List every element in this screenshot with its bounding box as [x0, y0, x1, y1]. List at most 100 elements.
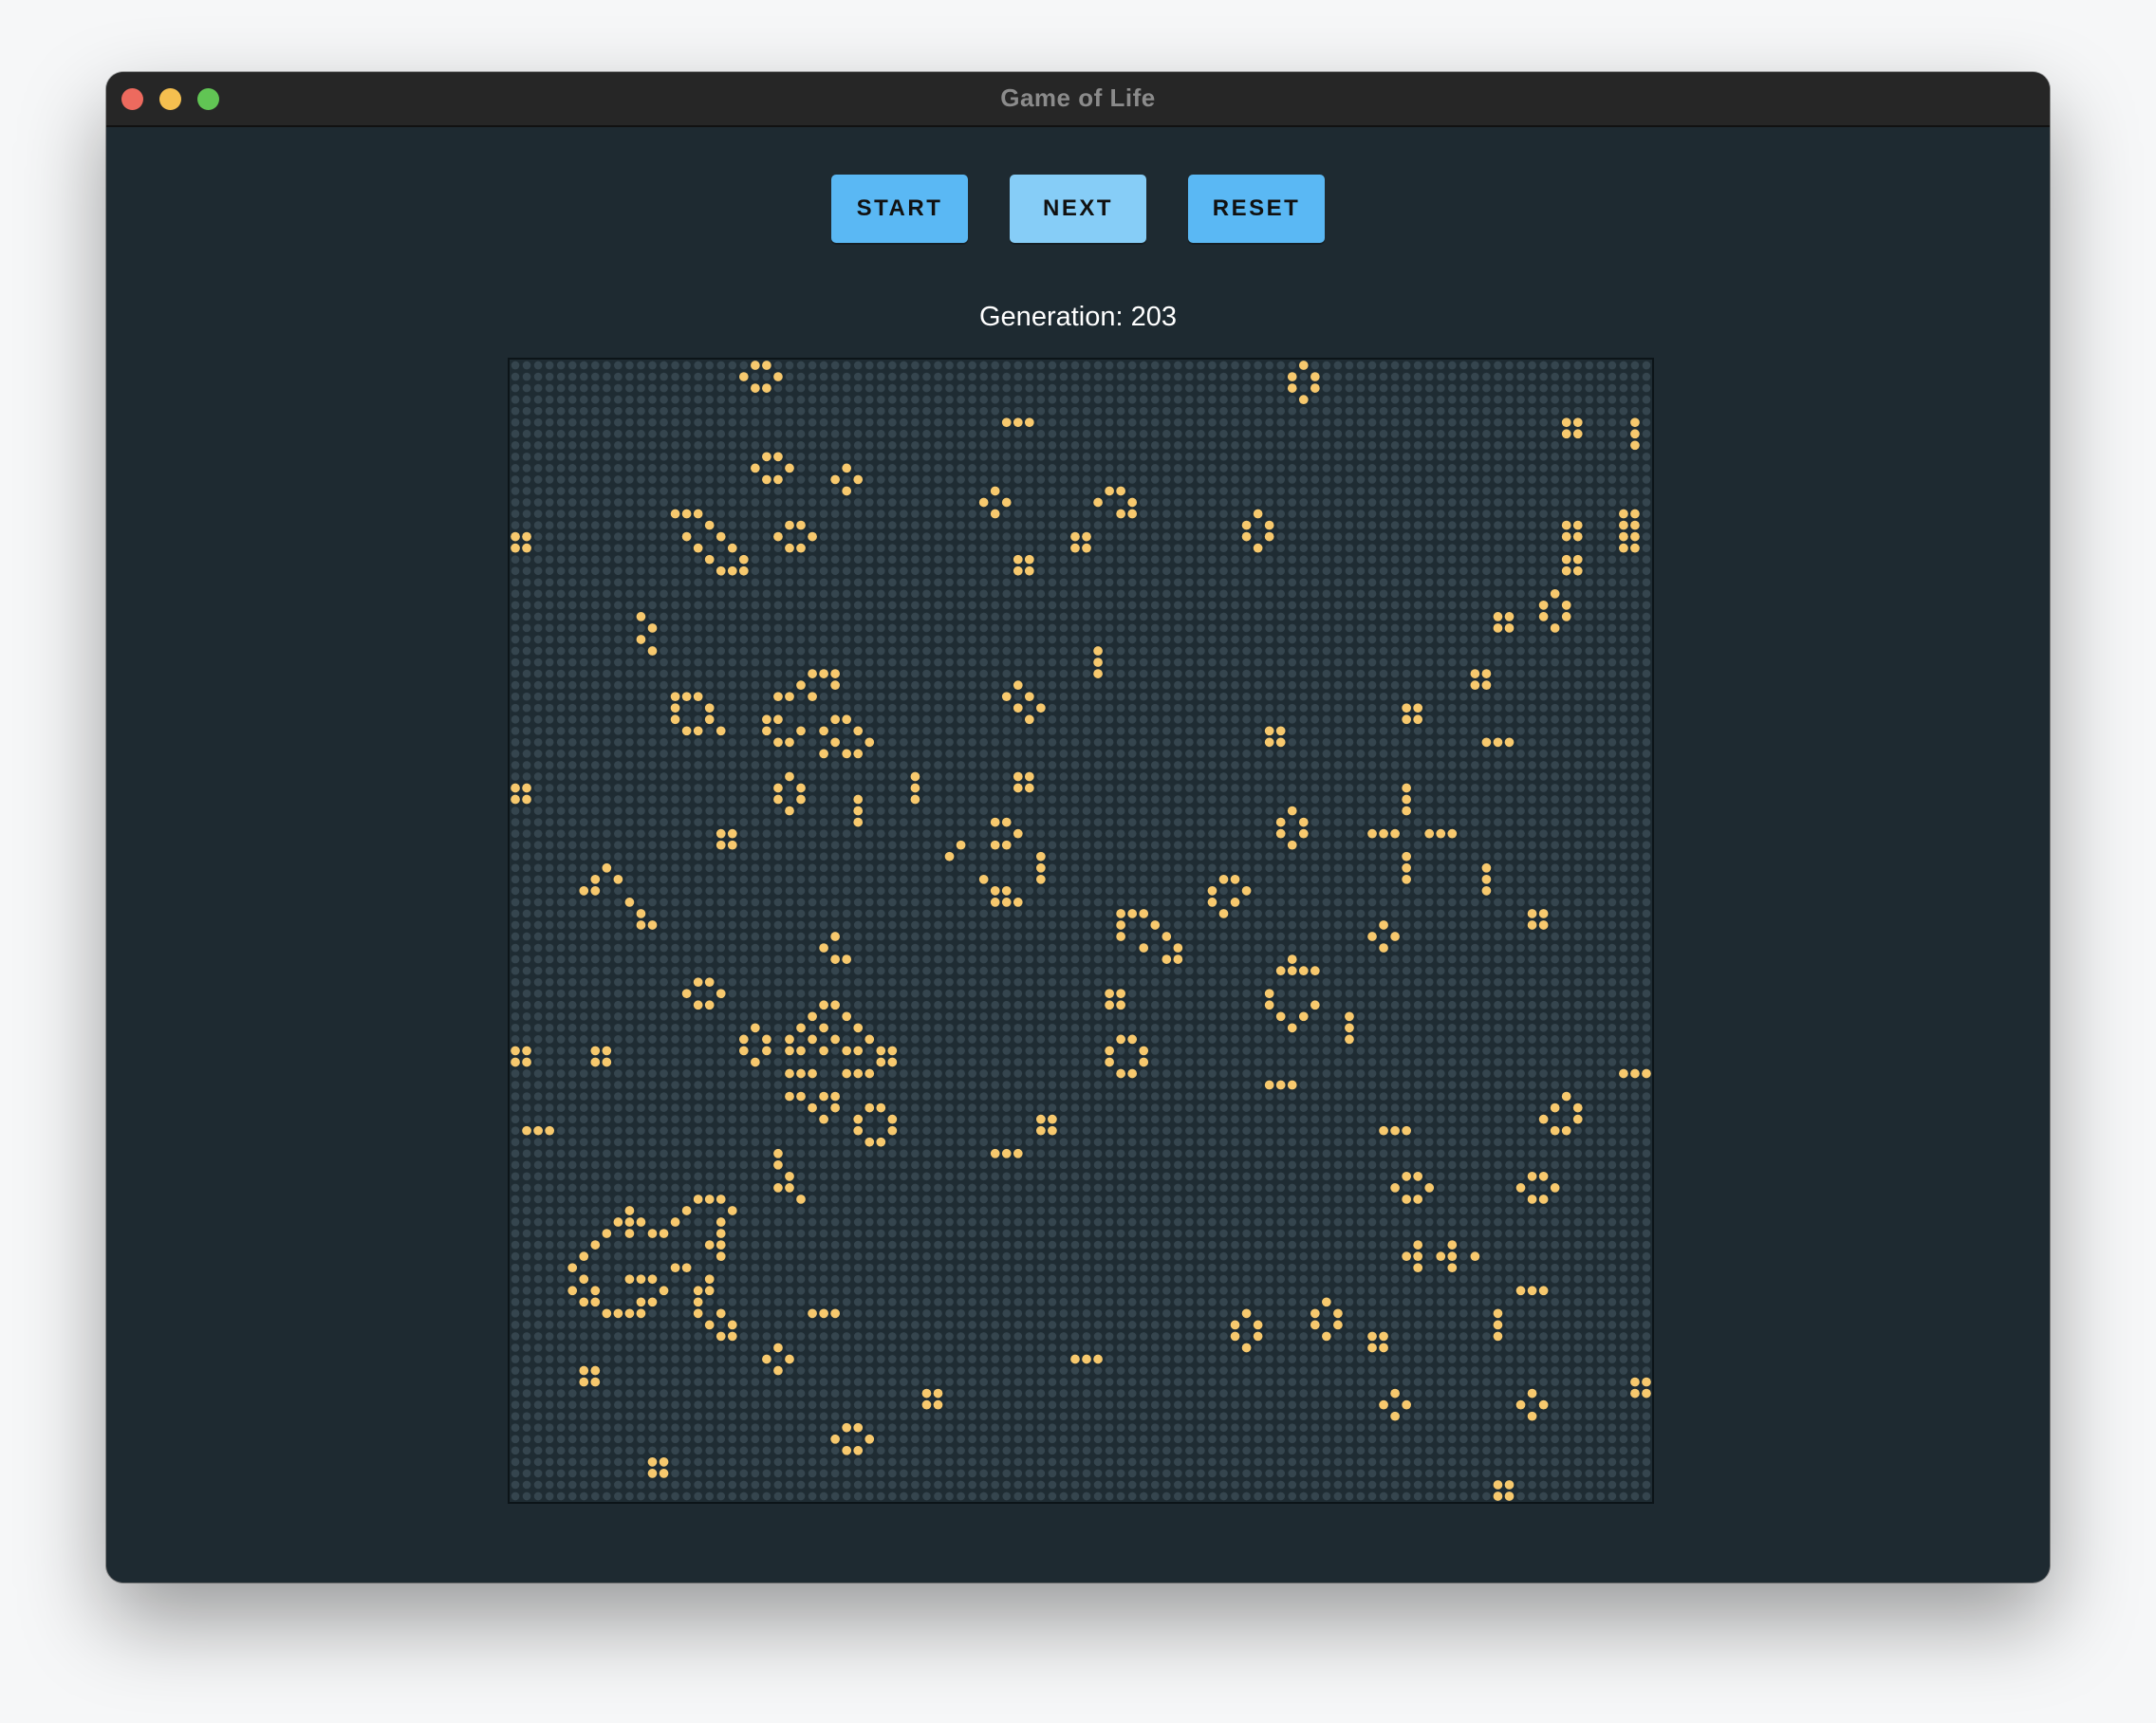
dead-cell[interactable] — [694, 487, 702, 495]
live-cell[interactable] — [830, 474, 840, 485]
dead-cell[interactable] — [762, 761, 771, 769]
dead-cell[interactable] — [1025, 909, 1034, 918]
dead-cell[interactable] — [590, 658, 600, 667]
dead-cell[interactable] — [533, 498, 543, 507]
dead-cell[interactable] — [728, 703, 737, 713]
dead-cell[interactable] — [1585, 509, 1594, 518]
dead-cell[interactable] — [648, 440, 657, 450]
live-cell[interactable] — [727, 828, 737, 839]
dead-cell[interactable] — [1288, 829, 1297, 838]
dead-cell[interactable] — [900, 406, 908, 416]
dead-cell[interactable] — [1573, 440, 1583, 450]
dead-cell[interactable] — [751, 475, 760, 484]
dead-cell[interactable] — [1608, 635, 1617, 644]
dead-cell[interactable] — [900, 852, 908, 862]
dead-cell[interactable] — [1367, 395, 1377, 404]
dead-cell[interactable] — [1231, 726, 1239, 735]
dead-cell[interactable] — [1551, 498, 1559, 507]
dead-cell[interactable] — [1150, 429, 1160, 438]
dead-cell[interactable] — [1505, 829, 1514, 838]
dead-cell[interactable] — [1573, 544, 1583, 552]
dead-cell[interactable] — [1322, 623, 1331, 633]
dead-cell[interactable] — [522, 692, 531, 701]
dead-cell[interactable] — [922, 750, 931, 758]
dead-cell[interactable] — [1539, 738, 1548, 747]
dead-cell[interactable] — [900, 453, 908, 461]
dead-cell[interactable] — [1162, 532, 1171, 541]
dead-cell[interactable] — [1413, 635, 1422, 644]
dead-cell[interactable] — [1265, 453, 1273, 461]
dead-cell[interactable] — [1036, 623, 1046, 633]
dead-cell[interactable] — [922, 383, 931, 393]
dead-cell[interactable] — [876, 772, 885, 781]
dead-cell[interactable] — [1562, 406, 1571, 416]
dead-cell[interactable] — [934, 852, 942, 862]
dead-cell[interactable] — [567, 772, 577, 781]
dead-cell[interactable] — [1322, 680, 1331, 690]
dead-cell[interactable] — [934, 658, 942, 667]
dead-cell[interactable] — [1585, 521, 1594, 529]
dead-cell[interactable] — [1436, 795, 1445, 804]
dead-cell[interactable] — [1482, 806, 1491, 815]
dead-cell[interactable] — [1002, 658, 1012, 667]
dead-cell[interactable] — [1082, 361, 1091, 370]
dead-cell[interactable] — [911, 475, 920, 484]
dead-cell[interactable] — [957, 635, 965, 644]
dead-cell[interactable] — [1174, 521, 1182, 529]
dead-cell[interactable] — [1002, 726, 1012, 735]
dead-cell[interactable] — [590, 623, 600, 633]
dead-cell[interactable] — [900, 909, 908, 918]
dead-cell[interactable] — [590, 509, 600, 518]
dead-cell[interactable] — [762, 669, 771, 678]
dead-cell[interactable] — [1082, 875, 1091, 884]
dead-cell[interactable] — [1436, 863, 1445, 873]
dead-cell[interactable] — [522, 750, 531, 758]
dead-cell[interactable] — [1276, 555, 1286, 565]
dead-cell[interactable] — [1482, 761, 1491, 769]
dead-cell[interactable] — [590, 372, 600, 381]
dead-cell[interactable] — [1059, 612, 1069, 621]
dead-cell[interactable] — [1562, 589, 1571, 599]
dead-cell[interactable] — [864, 532, 874, 541]
dead-cell[interactable] — [1585, 795, 1594, 804]
dead-cell[interactable] — [567, 395, 577, 404]
dead-cell[interactable] — [1219, 532, 1228, 541]
dead-cell[interactable] — [1185, 738, 1194, 747]
dead-cell[interactable] — [694, 406, 702, 416]
dead-cell[interactable] — [1516, 544, 1525, 552]
dead-cell[interactable] — [1116, 898, 1125, 907]
dead-cell[interactable] — [1299, 703, 1309, 713]
dead-cell[interactable] — [1596, 692, 1606, 701]
dead-cell[interactable] — [590, 898, 600, 907]
dead-cell[interactable] — [773, 623, 783, 633]
dead-cell[interactable] — [751, 440, 760, 450]
dead-cell[interactable] — [1310, 453, 1320, 461]
dead-cell[interactable] — [853, 429, 863, 438]
dead-cell[interactable] — [1242, 589, 1251, 599]
live-cell[interactable] — [808, 531, 817, 542]
dead-cell[interactable] — [648, 875, 657, 884]
dead-cell[interactable] — [876, 863, 885, 873]
dead-cell[interactable] — [1082, 703, 1091, 713]
dead-cell[interactable] — [1288, 406, 1297, 416]
live-cell[interactable] — [1024, 692, 1034, 702]
live-cell[interactable] — [796, 794, 806, 805]
dead-cell[interactable] — [1436, 818, 1445, 826]
dead-cell[interactable] — [1139, 440, 1148, 450]
dead-cell[interactable] — [1185, 761, 1194, 769]
dead-cell[interactable] — [842, 372, 851, 381]
dead-cell[interactable] — [1402, 886, 1411, 896]
dead-cell[interactable] — [945, 498, 954, 507]
dead-cell[interactable] — [1516, 714, 1525, 724]
dead-cell[interactable] — [705, 475, 715, 484]
dead-cell[interactable] — [1185, 703, 1194, 713]
dead-cell[interactable] — [1619, 578, 1628, 587]
dead-cell[interactable] — [1013, 920, 1023, 930]
dead-cell[interactable] — [705, 406, 715, 416]
dead-cell[interactable] — [1402, 635, 1411, 644]
dead-cell[interactable] — [1619, 863, 1628, 873]
live-cell[interactable] — [1561, 612, 1571, 621]
dead-cell[interactable] — [945, 532, 954, 541]
dead-cell[interactable] — [1573, 784, 1583, 792]
dead-cell[interactable] — [762, 829, 771, 838]
